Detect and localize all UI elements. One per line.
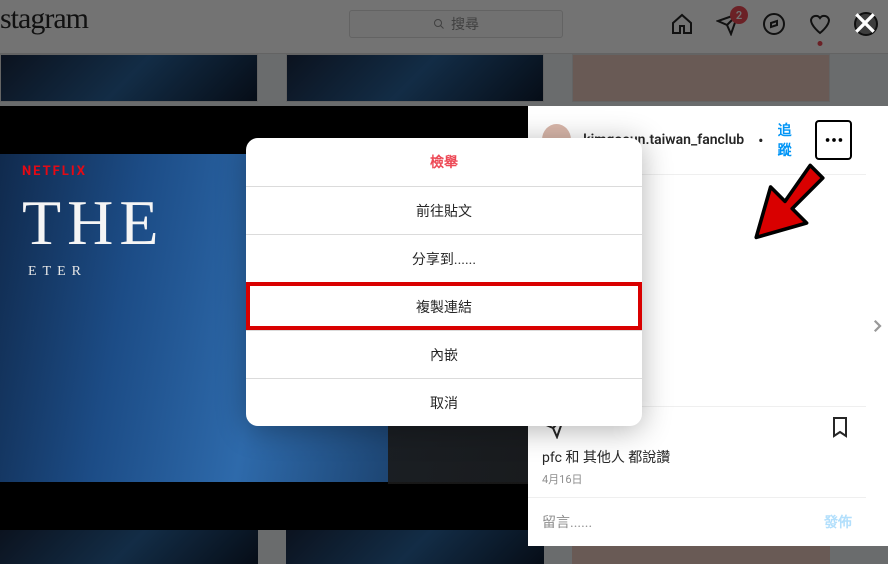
option-go-to-post[interactable]: 前往貼文 <box>246 186 642 234</box>
option-report[interactable]: 檢舉 <box>246 138 642 186</box>
option-share-to[interactable]: 分享到...... <box>246 234 642 282</box>
option-embed[interactable]: 內嵌 <box>246 330 642 378</box>
options-modal-overlay[interactable]: 檢舉 前往貼文 分享到...... 複製連結 內嵌 取消 <box>0 0 888 564</box>
option-copy-link[interactable]: 複製連結 <box>246 282 642 330</box>
option-cancel[interactable]: 取消 <box>246 378 642 426</box>
options-modal: 檢舉 前往貼文 分享到...... 複製連結 內嵌 取消 <box>246 138 642 426</box>
